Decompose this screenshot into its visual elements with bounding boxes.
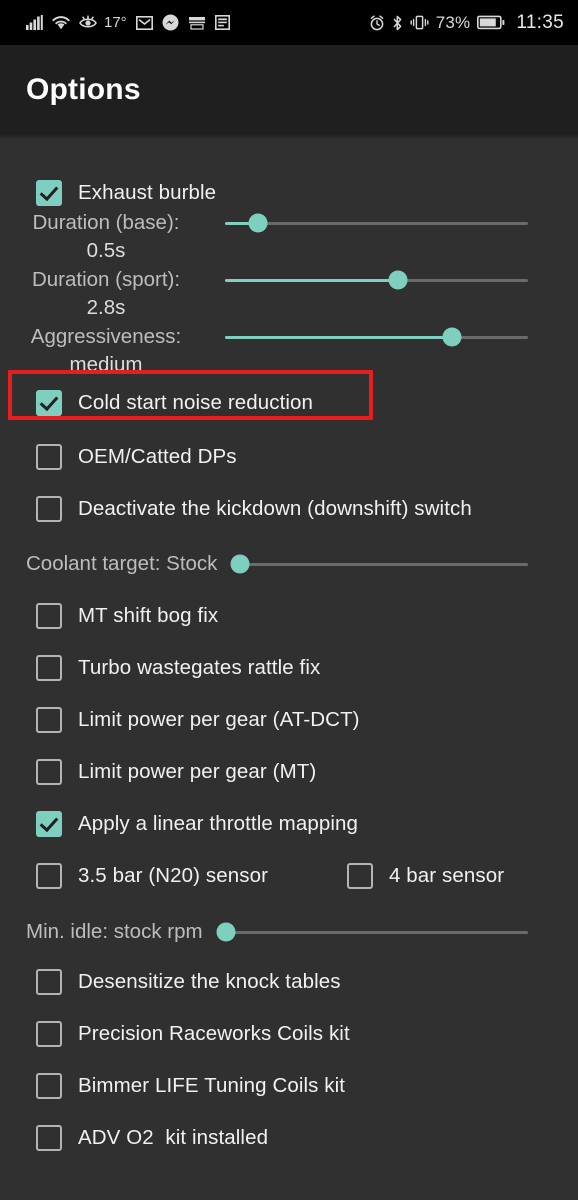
checkbox-label: Deactivate the kickdown (downshift) swit… <box>78 497 472 520</box>
checkbox-label: OEM/Catted DPs <box>78 445 237 468</box>
slider-row-duration-base[interactable]: Duration (base): 0.5s <box>0 209 578 266</box>
slider-value: medium <box>69 353 143 376</box>
checkbox-checked-icon[interactable] <box>36 811 62 837</box>
status-bar-left-icons: 17° <box>26 14 230 31</box>
checkbox-row-desensitize-the-knock-tables[interactable]: Desensitize the knock tables <box>0 961 578 1003</box>
slider-fill <box>225 335 453 339</box>
slider-thumb[interactable] <box>230 554 250 574</box>
checkbox-unchecked-icon[interactable] <box>36 496 62 522</box>
bluetooth-icon <box>392 15 403 31</box>
checkbox-row-mt-shift-bog-fix[interactable]: MT shift bog fix <box>0 595 578 637</box>
checkbox-label: Apply a linear throttle mapping <box>78 812 359 835</box>
options-list: Exhaust burble Duration (base): 0.5s Durati… <box>0 139 578 1200</box>
checkbox-label: 3.5 bar (N20) sensor <box>78 864 269 887</box>
signal-bars-icon <box>26 15 43 30</box>
clock-label: 11:35 <box>516 11 564 33</box>
checkbox-row-4-bar-sensor[interactable]: 4 bar sensor <box>347 863 504 889</box>
checkbox-unchecked-icon[interactable] <box>36 1125 62 1151</box>
checkbox-row-3-5-bar-n20-sensor[interactable]: 3.5 bar (N20) sensor <box>36 863 268 889</box>
checkbox-row-exhaust-burble[interactable]: Exhaust burble <box>0 172 578 214</box>
checkbox-label: Cold start noise reduction <box>78 391 314 414</box>
checkbox-checked-icon[interactable] <box>36 390 62 416</box>
slider-row-aggressiveness[interactable]: Aggressiveness: medium <box>0 323 578 380</box>
checkbox-row-apply-a-linear-throttle-mapping[interactable]: Apply a linear throttle mapping <box>0 803 578 845</box>
slider-thumb[interactable] <box>388 270 408 290</box>
checkbox-row-oem-catted-dps[interactable]: OEM/Catted DPs <box>0 436 578 478</box>
battery-icon <box>477 15 505 30</box>
slider-thumb[interactable] <box>216 922 236 942</box>
checkbox-row-bimmer-life-tuning-coils-kit[interactable]: Bimmer LIFE Tuning Coils kit <box>0 1065 578 1107</box>
slider-value: 0.5s <box>86 239 126 262</box>
messenger-icon <box>162 14 179 31</box>
slider-label: Duration (base): <box>32 211 180 234</box>
checkbox-row-limit-power-per-gear-mt[interactable]: Limit power per gear (MT) <box>0 751 578 793</box>
slider-thumb[interactable] <box>442 327 462 347</box>
checkbox-row-limit-power-per-gear-at-dct[interactable]: Limit power per gear (AT-DCT) <box>0 699 578 741</box>
checkbox-unchecked-icon[interactable] <box>36 707 62 733</box>
checkbox-row-cold-start-noise-reduction[interactable]: Cold start noise reduction <box>0 382 578 424</box>
slider-row-duration-sport[interactable]: Duration (sport): 2.8s <box>0 266 578 323</box>
news-app-icon <box>214 15 230 30</box>
checkbox-row-turbo-wastegates-rattle-fix[interactable]: Turbo wastegates rattle fix <box>0 647 578 689</box>
slider-value: 2.8s <box>86 296 126 319</box>
checkbox-unchecked-icon[interactable] <box>36 444 62 470</box>
checkbox-label: Exhaust burble <box>78 181 217 204</box>
temperature-indicator: 17° <box>104 14 127 31</box>
slider-row-coolant-target-stock[interactable]: Coolant target: Stock <box>0 543 578 585</box>
checkbox-checked-icon[interactable] <box>36 180 62 206</box>
page-title: Options <box>26 72 141 106</box>
slider-row-min-idle-stock-rpm[interactable]: Min. idle: stock rpm <box>0 911 578 953</box>
checkbox-pair-row: 3.5 bar (N20) sensor 4 bar sensor <box>0 855 578 897</box>
slider-track[interactable] <box>216 922 528 942</box>
slider-track[interactable] <box>225 213 528 233</box>
slider-track-wrap[interactable] <box>225 266 528 294</box>
app-header: Options <box>0 45 578 134</box>
checkbox-unchecked-icon[interactable] <box>347 863 373 889</box>
slider-track-wrap[interactable] <box>216 919 528 945</box>
checkbox-label: Limit power per gear (AT-DCT) <box>78 708 360 731</box>
checkbox-unchecked-icon[interactable] <box>36 603 62 629</box>
status-bar-right-icons: 73% 11:35 <box>369 12 564 34</box>
slider-track-wrap[interactable] <box>225 209 528 237</box>
checkbox-unchecked-icon[interactable] <box>36 1021 62 1047</box>
alarm-icon <box>369 14 385 31</box>
checkbox-label: Limit power per gear (MT) <box>78 760 317 783</box>
slider-label: Min. idle: stock rpm <box>26 920 203 943</box>
checkbox-label: MT shift bog fix <box>78 604 219 627</box>
phone-screen: 17° 73% 11:35 Options Exhaust burble Dur… <box>0 0 578 1200</box>
checkbox-label: 4 bar sensor <box>389 864 505 887</box>
wifi-icon <box>52 15 70 30</box>
eye-comfort-icon <box>79 15 97 30</box>
checkbox-unchecked-icon[interactable] <box>36 759 62 785</box>
checkbox-label: Precision Raceworks Coils kit <box>78 1022 350 1045</box>
vibrate-icon <box>410 15 429 30</box>
checkbox-row-precision-raceworks-coils-kit[interactable]: Precision Raceworks Coils kit <box>0 1013 578 1055</box>
slider-track[interactable] <box>225 327 528 347</box>
checkbox-unchecked-icon[interactable] <box>36 655 62 681</box>
slider-label: Aggressiveness: <box>30 325 182 348</box>
slider-track[interactable] <box>230 554 528 574</box>
slider-track-wrap[interactable] <box>225 323 528 351</box>
checkbox-label: Desensitize the knock tables <box>78 970 341 993</box>
slider-track-wrap[interactable] <box>230 551 528 577</box>
slider-label: Coolant target: Stock <box>26 552 218 575</box>
slider-track[interactable] <box>225 270 528 290</box>
battery-percent-label: 73% <box>435 12 471 32</box>
shopping-app-icon <box>188 16 206 30</box>
slider-label: Duration (sport): <box>31 268 181 291</box>
slider-fill <box>225 278 398 282</box>
slider-thumb[interactable] <box>248 213 268 233</box>
checkbox-row-adv-o2-kit-installed[interactable]: ADV O2 kit installed <box>0 1117 578 1159</box>
status-bar: 17° 73% 11:35 <box>0 0 578 45</box>
checkbox-label: Turbo wastegates rattle fix <box>78 656 321 679</box>
checkbox-label: Bimmer LIFE Tuning Coils kit <box>78 1074 346 1097</box>
checkbox-label: ADV O2 kit installed <box>78 1126 269 1149</box>
checkbox-row-deactivate-the-kickdown-downshift-switch[interactable]: Deactivate the kickdown (downshift) swit… <box>0 488 578 530</box>
checkbox-unchecked-icon[interactable] <box>36 1073 62 1099</box>
checkbox-unchecked-icon[interactable] <box>36 863 62 889</box>
checkbox-unchecked-icon[interactable] <box>36 969 62 995</box>
gmail-icon <box>135 15 153 30</box>
